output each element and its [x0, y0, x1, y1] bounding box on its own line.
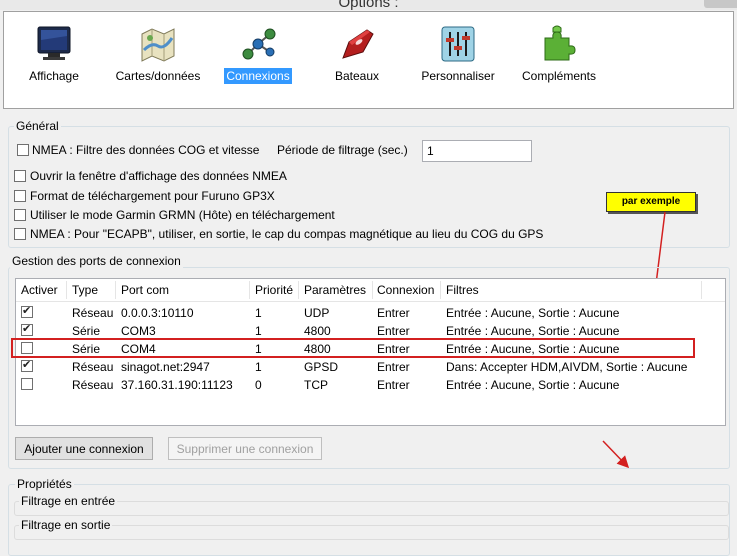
column-divider[interactable] [66, 281, 67, 299]
row-enable-checkbox[interactable] [21, 378, 33, 390]
tab-complements[interactable]: Compléments [514, 12, 604, 102]
cell-params: UDP [304, 306, 330, 320]
tab-cartes-donnees[interactable]: Cartes/données [108, 12, 208, 102]
cell-priority: 1 [255, 306, 262, 320]
cell-port: 0.0.0.3:10110 [121, 306, 194, 320]
tab-label: Affichage [29, 69, 79, 83]
tab-affichage[interactable]: Affichage [16, 12, 92, 102]
example-callout: par exemple [606, 192, 696, 212]
nmea-filter-checkbox[interactable] [17, 144, 29, 156]
cell-filters: Entrée : Aucune, Sortie : Aucune [446, 378, 620, 392]
input-filter-panel[interactable] [14, 501, 729, 516]
cell-type: Série [72, 324, 101, 338]
boat-icon [342, 29, 374, 59]
cell-connection: Entrer [377, 360, 410, 374]
column-connexion[interactable]: Connexion [377, 283, 434, 297]
properties-group-title: Propriétés [15, 477, 74, 491]
remove-connection-button[interactable]: Supprimer une connexion [168, 437, 322, 460]
cell-priority: 0 [255, 378, 262, 392]
cell-type: Réseau [72, 360, 114, 374]
column-filtres[interactable]: Filtres [446, 283, 479, 297]
cell-type: Réseau [72, 306, 114, 320]
cell-port: 37.160.31.190:11123 [121, 378, 233, 392]
cell-connection: Entrer [377, 324, 410, 338]
table-row[interactable]: Réseau 37.160.31.190:11123 0 TCP Entrer Entré… [16, 376, 725, 394]
cell-filters: Entrée : Aucune, Sortie : Aucune [446, 306, 620, 320]
row-enable-checkbox[interactable] [21, 304, 33, 318]
garmin-mode-checkbox[interactable] [14, 209, 26, 221]
garmin-mode-label: Utiliser le mode Garmin GRMN (Hôte) en t… [30, 208, 335, 222]
cell-port: sinagot.net:2947 [121, 360, 210, 374]
cell-connection: Entrer [377, 306, 410, 320]
filter-period-input[interactable] [422, 140, 532, 162]
tab-label: Bateaux [334, 69, 380, 83]
add-connection-button[interactable]: Ajouter une connexion [15, 437, 153, 460]
tab-label: Connexions [224, 68, 292, 84]
table-row[interactable]: Réseau sinagot.net:2947 1 GPSD Entrer Dans: A… [16, 358, 725, 376]
table-row[interactable]: Réseau 0.0.0.3:10110 1 UDP Entrer Entrée : Au… [16, 304, 725, 322]
column-divider[interactable] [372, 281, 373, 299]
cell-params: GPSD [304, 360, 339, 374]
category-toolbar: Affichage Cartes/données Connexions Bate… [3, 11, 734, 109]
column-divider[interactable] [701, 281, 702, 299]
tab-label: Compléments [521, 69, 597, 83]
open-nmea-window-label: Ouvrir la fenêtre d'affichage des donnée… [30, 169, 287, 183]
highlight-com4-row [11, 338, 695, 358]
cell-params: 4800 [304, 324, 331, 338]
cell-filters: Entrée : Aucune, Sortie : Aucune [446, 324, 620, 338]
sliders-icon [441, 26, 475, 62]
cell-priority: 1 [255, 360, 262, 374]
column-parametres[interactable]: Paramètres [304, 283, 366, 297]
column-activer[interactable]: Activer [21, 283, 58, 297]
connections-icon [242, 28, 276, 60]
tab-connexions[interactable]: Connexions [218, 12, 298, 102]
cell-connection: Entrer [377, 378, 410, 392]
cell-filters: Dans: Accepter HDM,AIVDM, Sortie : Aucun… [446, 360, 688, 374]
furuno-format-label: Format de téléchargement pour Furuno GP3… [30, 189, 275, 203]
tab-label: Personnaliser [421, 69, 495, 83]
tab-personnaliser[interactable]: Personnaliser [416, 12, 500, 102]
close-button[interactable] [704, 0, 737, 8]
list-header: Activer Type Port com Priorité Paramètre… [16, 279, 725, 302]
ecapb-label: NMEA : Pour "ECAPB", utiliser, en sortie… [30, 227, 544, 241]
furuno-format-checkbox[interactable] [14, 190, 26, 202]
cell-port: COM3 [121, 324, 156, 338]
ports-group-title: Gestion des ports de connexion [10, 254, 183, 268]
row-enable-checkbox[interactable] [21, 322, 33, 336]
filter-period-label: Période de filtrage (sec.) [277, 143, 408, 157]
open-nmea-window-checkbox[interactable] [14, 170, 26, 182]
nmea-filter-label: NMEA : Filtre des données COG et vitesse [32, 143, 260, 157]
monitor-icon [37, 26, 71, 60]
column-divider[interactable] [249, 281, 250, 299]
output-filter-panel[interactable] [14, 525, 729, 540]
cell-params: TCP [304, 378, 328, 392]
chart-map-icon [141, 28, 175, 62]
tab-label: Cartes/données [115, 69, 201, 83]
puzzle-icon [544, 25, 576, 61]
column-divider[interactable] [298, 281, 299, 299]
input-filter-label: Filtrage en entrée [19, 494, 118, 508]
row-enable-checkbox[interactable] [21, 358, 33, 372]
column-type[interactable]: Type [72, 283, 98, 297]
window-title: Options : [338, 0, 399, 10]
general-group-title: Général [14, 119, 61, 133]
column-divider[interactable] [440, 281, 441, 299]
cell-type: Réseau [72, 378, 114, 392]
output-filter-label: Filtrage en sortie [19, 518, 113, 532]
ecapb-checkbox[interactable] [14, 228, 26, 240]
tab-bateaux[interactable]: Bateaux [322, 12, 392, 102]
column-priorite[interactable]: Priorité [255, 283, 293, 297]
column-port[interactable]: Port com [121, 283, 169, 297]
cell-priority: 1 [255, 324, 262, 338]
title-bar: Options : [0, 0, 737, 10]
column-divider[interactable] [115, 281, 116, 299]
